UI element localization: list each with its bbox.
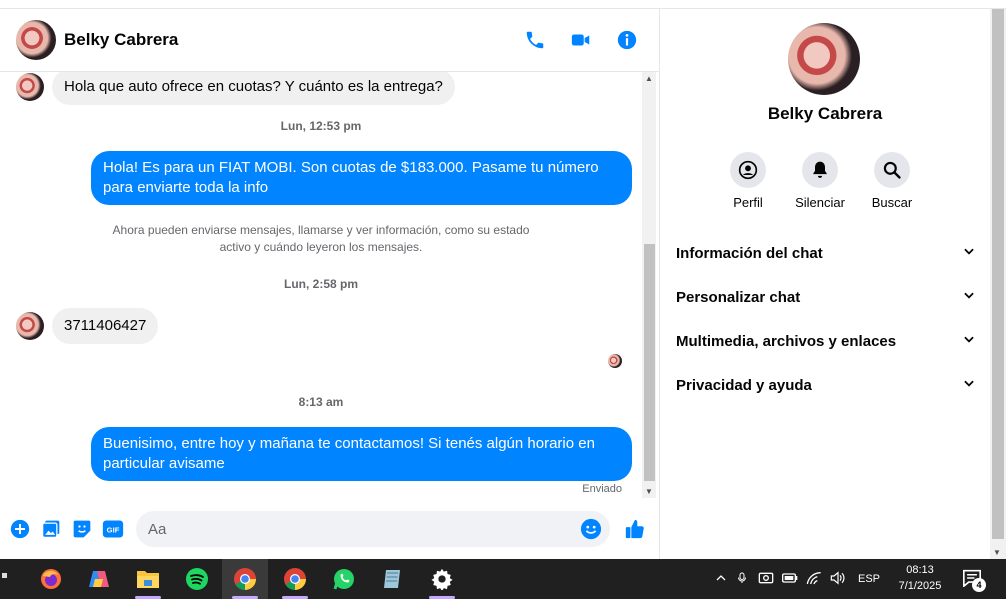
spotify-icon[interactable] [174, 559, 220, 599]
conversation-header: Belky Cabrera [0, 9, 659, 72]
contact-avatar-large[interactable] [788, 23, 860, 95]
scroll-up-arrow[interactable]: ▲ [644, 74, 654, 83]
message-bubble-outgoing[interactable]: Hola! Es para un FIAT MOBI. Son cuotas d… [91, 151, 632, 205]
sender-avatar [16, 73, 44, 101]
message-row-incoming: Hola que auto ofrece en cuotas? Y cuánto… [16, 72, 455, 105]
section-label: Multimedia, archivos y enlaces [676, 332, 897, 350]
message-bubble-incoming[interactable]: 3711406427 [52, 308, 159, 344]
system-clock[interactable]: 08:13 7/1/2025 [890, 562, 950, 594]
mute-action-label: Silenciar [795, 195, 845, 210]
sender-avatar [16, 312, 44, 340]
search-action[interactable]: Buscar [856, 152, 928, 210]
chevron-down-icon [962, 244, 976, 262]
message-input-placeholder: Aa [148, 520, 167, 538]
message-bubble-outgoing[interactable]: Buenisimo, entre hoy y mañana te contact… [91, 427, 632, 481]
microphone-icon[interactable] [730, 571, 754, 588]
input-language[interactable]: ESP [858, 573, 880, 585]
settings-gear-icon[interactable] [419, 559, 465, 599]
profile-action-label: Perfil [733, 195, 763, 210]
volume-icon[interactable] [826, 570, 850, 588]
timestamp: 8:13 am [298, 395, 344, 409]
info-sections: Información del chat Personalizar chat M… [676, 231, 976, 407]
timestamp: Lun, 12:53 pm [280, 119, 362, 133]
system-note: Ahora pueden enviarse mensajes, llamarse… [112, 223, 530, 254]
delivery-status: Enviado [582, 483, 622, 495]
emoji-icon[interactable] [580, 518, 602, 544]
gif-icon[interactable]: GIF [102, 518, 124, 540]
whatsapp-icon[interactable] [321, 559, 367, 599]
window-top-edge [0, 0, 1006, 9]
plus-icon[interactable] [9, 518, 31, 540]
mute-action[interactable]: Silenciar [784, 152, 856, 210]
conversation-pane: Belky Cabrera Hola que auto ofrece en cu… [0, 9, 660, 559]
page-scroll-down-arrow[interactable]: ▼ [993, 548, 1001, 557]
battery-icon[interactable] [778, 572, 802, 586]
scroll-thumb[interactable] [644, 244, 655, 481]
wifi-icon[interactable] [802, 571, 826, 588]
section-customize-chat[interactable]: Personalizar chat [676, 275, 976, 319]
section-privacy-help[interactable]: Privacidad y ayuda [676, 363, 976, 407]
info-icon[interactable] [615, 28, 639, 52]
message-list[interactable]: Hola que auto ofrece en cuotas? Y cuánto… [0, 72, 642, 498]
message-scrollbar[interactable]: ▲ ▼ [642, 72, 656, 498]
conversation-info-panel: Belky Cabrera Perfil Silenciar Buscar In… [660, 9, 990, 559]
contact-name-panel: Belky Cabrera [767, 104, 883, 123]
search-icon[interactable] [874, 152, 910, 188]
phone-icon[interactable] [523, 28, 547, 52]
firefox-icon[interactable] [28, 559, 74, 599]
section-label: Personalizar chat [676, 288, 801, 306]
bell-icon[interactable] [802, 152, 838, 188]
clock-time: 08:13 [906, 564, 934, 576]
notes-app-icon[interactable] [369, 559, 415, 599]
scroll-down-arrow[interactable]: ▼ [644, 487, 654, 496]
section-label: Información del chat [676, 244, 823, 262]
message-bubble-incoming[interactable]: Hola que auto ofrece en cuotas? Y cuánto… [52, 72, 455, 105]
system-tray: ESP [712, 559, 880, 599]
section-chat-info[interactable]: Información del chat [676, 231, 976, 275]
contact-avatar[interactable] [16, 20, 56, 60]
message-row-incoming: 3711406427 [16, 308, 159, 344]
image-icon[interactable] [40, 518, 62, 540]
chrome-icon[interactable] [222, 559, 268, 599]
timestamp: Lun, 2:58 pm [283, 277, 358, 291]
chevron-down-icon [962, 332, 976, 350]
chrome-profile-icon[interactable] [272, 559, 318, 599]
read-receipt-avatar [608, 354, 622, 368]
video-call-icon[interactable] [569, 28, 593, 52]
header-actions [523, 28, 639, 52]
search-action-label: Buscar [871, 195, 913, 210]
svg-text:GIF: GIF [107, 525, 120, 534]
clock-date: 7/1/2025 [898, 580, 942, 592]
sticker-icon[interactable] [71, 518, 93, 540]
page-scroll-thumb[interactable] [992, 9, 1004, 539]
composer: GIF Aa [0, 509, 659, 549]
section-media-files-links[interactable]: Multimedia, archivos y enlaces [676, 319, 976, 363]
file-explorer-icon[interactable] [125, 559, 171, 599]
chevron-down-icon [962, 376, 976, 394]
contact-actions: Perfil Silenciar Buscar [730, 152, 912, 210]
notification-count-badge: 4 [972, 578, 986, 592]
chevron-up-icon[interactable] [712, 572, 730, 587]
windows-taskbar: ESP 08:13 7/1/2025 4 [0, 559, 1006, 599]
camera-in-use-icon[interactable] [754, 571, 778, 588]
chevron-down-icon [962, 288, 976, 306]
contact-name[interactable]: Belky Cabrera [64, 30, 178, 50]
page-scrollbar[interactable]: ▼ [990, 9, 1006, 559]
profile-action[interactable]: Perfil [712, 152, 784, 210]
task-view-icon[interactable] [0, 559, 16, 599]
section-label: Privacidad y ayuda [676, 376, 812, 394]
message-input[interactable]: Aa [136, 511, 610, 547]
thumbs-up-icon[interactable] [624, 518, 646, 540]
copilot-icon[interactable] [76, 559, 122, 599]
profile-icon[interactable] [730, 152, 766, 188]
